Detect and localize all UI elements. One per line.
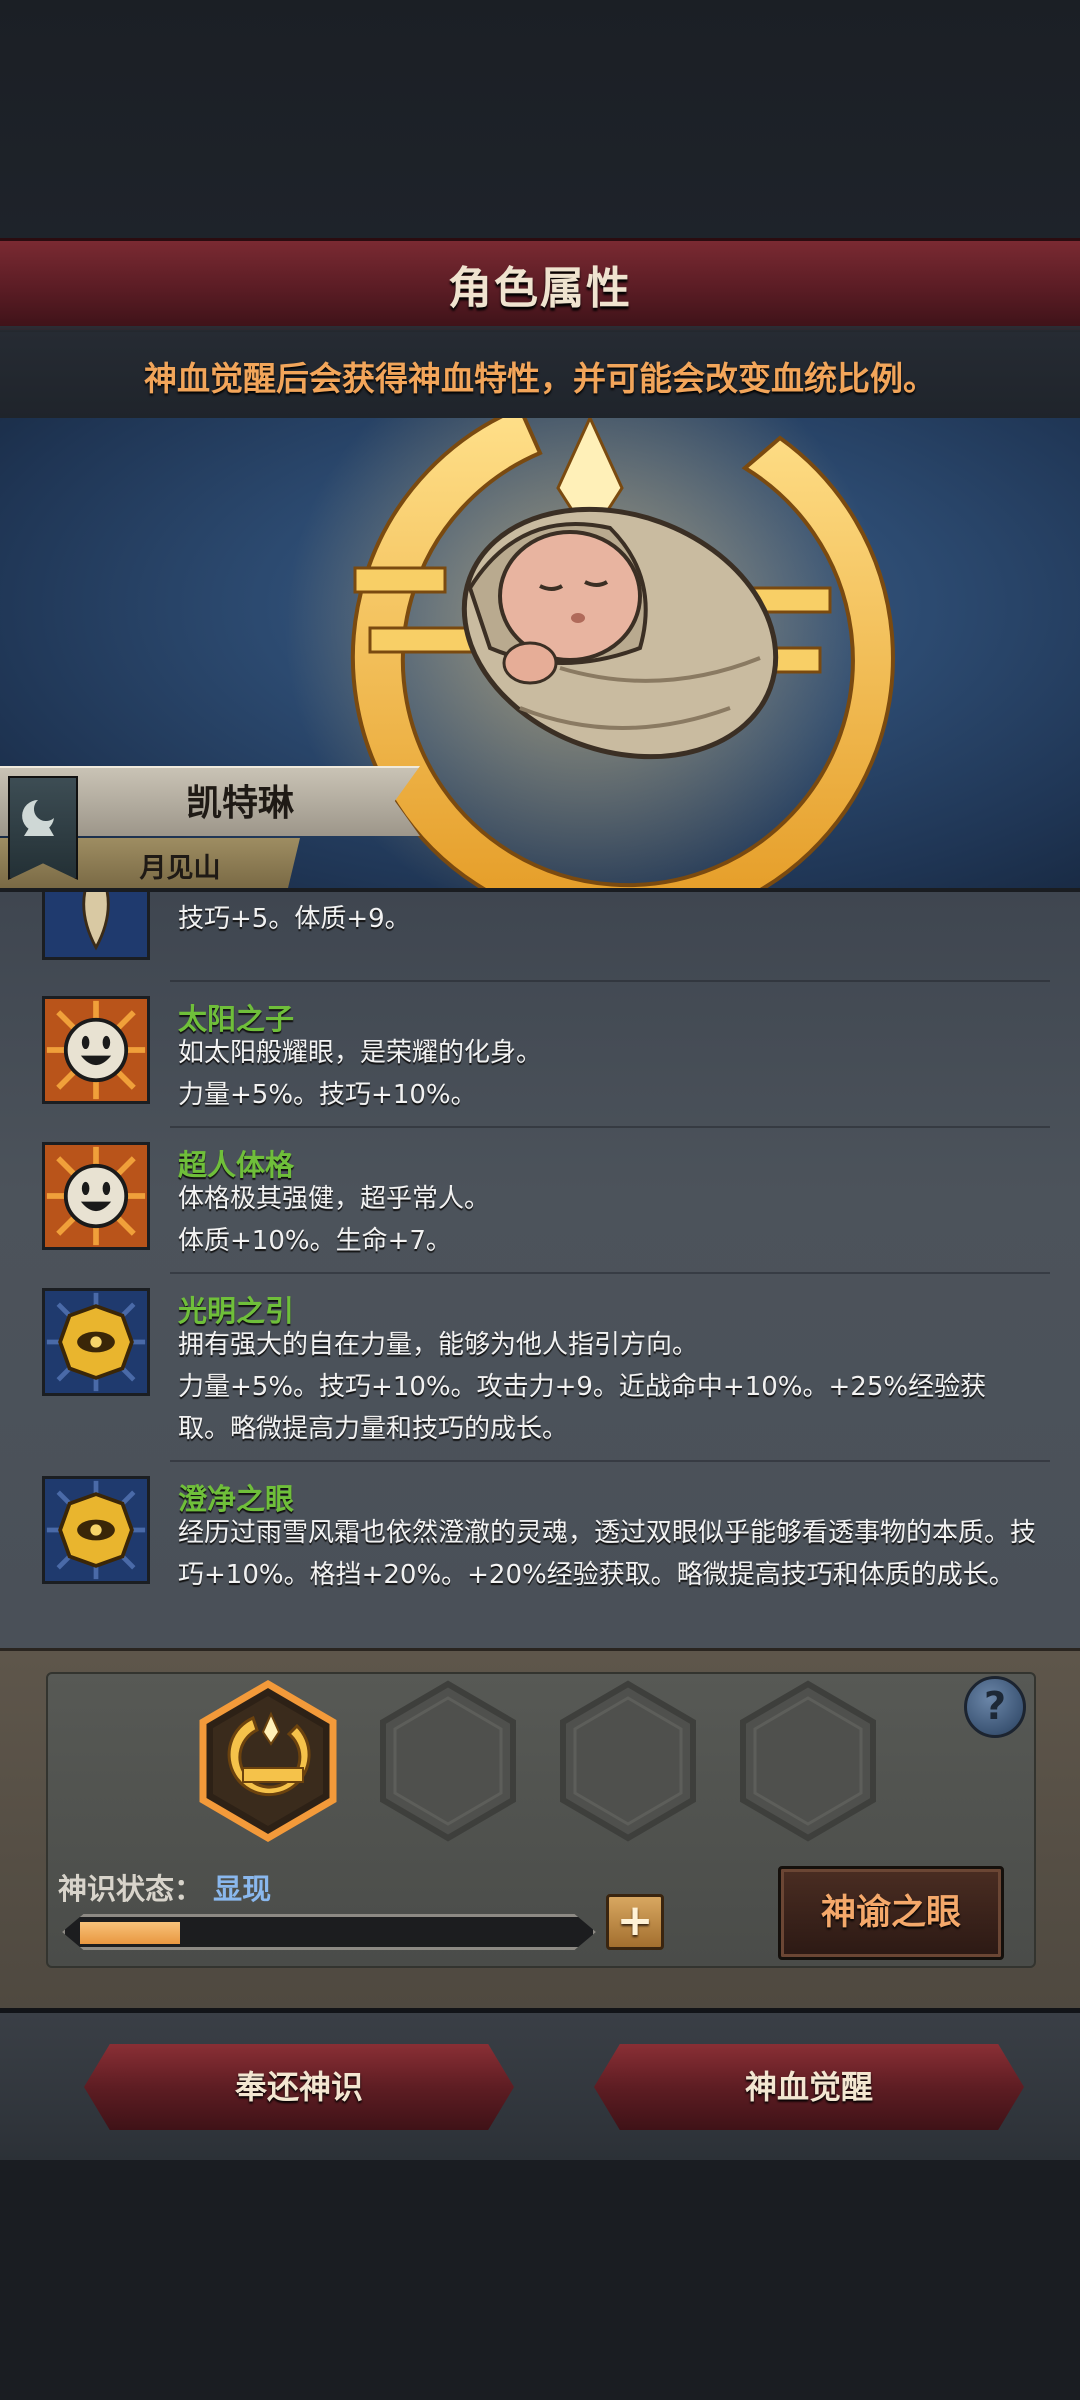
character-origin: 月见山 (139, 853, 221, 884)
slot-empty[interactable] (373, 1678, 523, 1844)
page-title: 角色属性 (448, 263, 632, 314)
smiley-sun-icon (42, 1142, 150, 1250)
divine-sense-status: 神识状态： 显现 (58, 1866, 271, 1908)
divine-blood-awaken-button[interactable]: 神血觉醒 (594, 2044, 1024, 2130)
awakening-hint: 神血觉醒后会获得神血特性，并可能会改变血统比例。 (144, 359, 936, 398)
character-name: 凯特琳 (185, 783, 294, 824)
screen-top-background (0, 0, 1080, 240)
trait-list[interactable]: 技巧+5。体质+9。 太阳之子 如太阳般耀眼，是荣耀的化身。 力量+5%。技巧+… (0, 888, 1080, 1648)
smiley-sun-icon (42, 996, 150, 1104)
slot-filled[interactable] (193, 1678, 343, 1844)
trait-description: 体格极其强健，超乎常人。 体质+10%。生命+7。 (178, 1184, 491, 1256)
help-button[interactable]: ? (964, 1676, 1026, 1738)
divine-sense-progress-fill (80, 1922, 180, 1944)
status-label: 神识状态： (58, 1872, 204, 1906)
screen-bottom-background (0, 2160, 1080, 2400)
trait-description: 如太阳般耀眼，是荣耀的化身。 力量+5%。技巧+10%。 (178, 1038, 543, 1110)
trait-description: 拥有强大的自在力量，能够为他人指引方向。 力量+5%。技巧+10%。攻击力+9。… (178, 1330, 987, 1444)
slot-empty[interactable] (733, 1678, 883, 1844)
add-divine-sense-button[interactable]: + (606, 1894, 664, 1950)
trait-divider (170, 1126, 1050, 1128)
status-value: 显现 (213, 1872, 272, 1906)
trait-divider (170, 1460, 1050, 1462)
trait-divider (170, 980, 1050, 982)
trait-description: 经历过雨雪风霜也依然澄澈的灵魂，透过双眼似乎能够看透事物的本质。技巧+10%。格… (178, 1518, 1037, 1590)
trait-divider (170, 1272, 1050, 1274)
moon-mountain-icon (22, 800, 54, 836)
feather-icon (42, 892, 150, 960)
golden-eye-emblem-icon (42, 1288, 150, 1396)
oracle-eye-button[interactable]: 神谕之眼 (778, 1866, 1004, 1960)
return-divine-sense-button[interactable]: 奉还神识 (84, 2044, 514, 2130)
golden-eye-emblem-icon (42, 1476, 150, 1584)
trait-description: 技巧+5。体质+9。 (178, 904, 411, 934)
slot-empty[interactable] (553, 1678, 703, 1844)
